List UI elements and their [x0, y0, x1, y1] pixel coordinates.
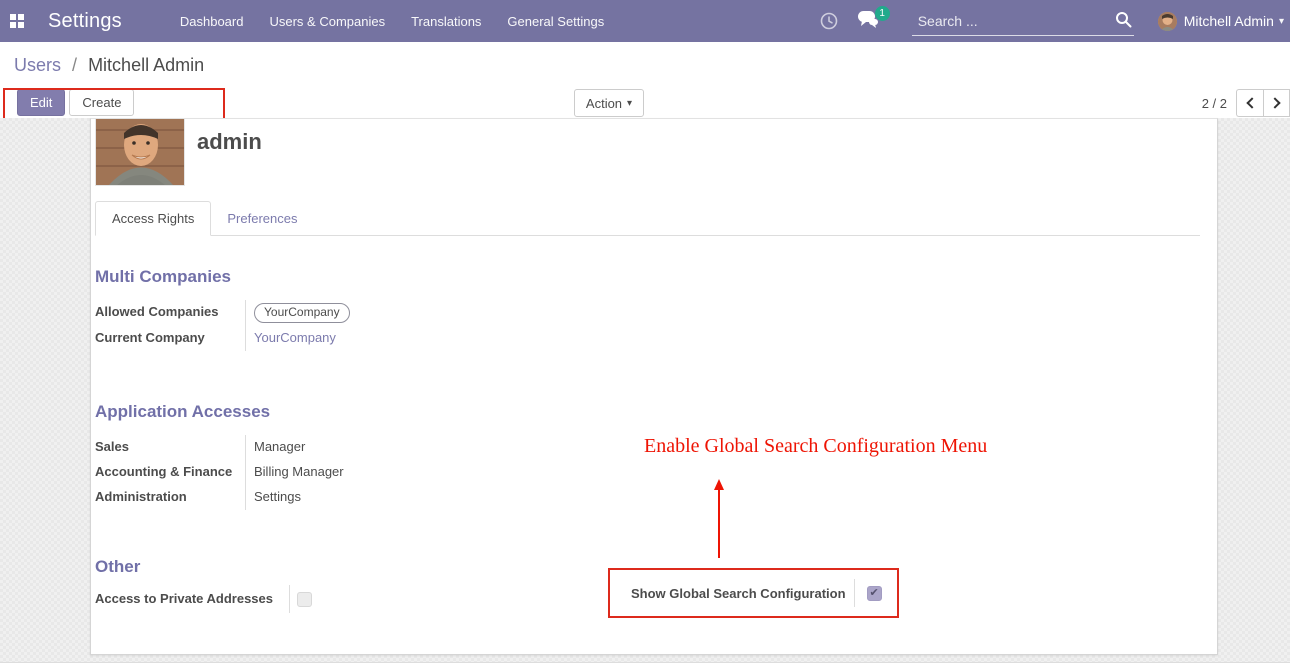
user-menu-label: Mitchell Admin	[1184, 13, 1274, 29]
allowed-companies-label: Allowed Companies	[95, 300, 245, 326]
current-company-label: Current Company	[95, 326, 245, 351]
annotation-arrow-icon	[712, 479, 726, 564]
annotation-text: Enable Global Search Configuration Menu	[644, 435, 987, 458]
global-search-config-checkbox[interactable]	[867, 586, 882, 601]
main-menu: Dashboard Users & Companies Translations…	[178, 10, 606, 33]
administration-value: Settings	[245, 485, 344, 510]
private-addresses-label: Access to Private Addresses	[95, 590, 289, 609]
record-title: admin	[197, 129, 262, 155]
notebook-tabs: Access Rights Preferences	[95, 201, 1200, 236]
current-company-link[interactable]: YourCompany	[254, 330, 336, 345]
menu-item-general-settings[interactable]: General Settings	[505, 10, 606, 33]
menu-item-dashboard[interactable]: Dashboard	[178, 10, 246, 33]
top-navbar: Settings Dashboard Users & Companies Tra…	[0, 0, 1290, 42]
bottom-bar	[0, 662, 1290, 669]
sales-label: Sales	[95, 435, 245, 460]
pager-next-button[interactable]	[1263, 89, 1290, 117]
allowed-companies-tag[interactable]: YourCompany	[254, 303, 350, 323]
menu-item-users-companies[interactable]: Users & Companies	[267, 10, 387, 33]
field-separator	[289, 585, 290, 613]
chevron-left-icon	[1246, 97, 1257, 108]
administration-label: Administration	[95, 485, 245, 510]
global-search	[912, 6, 1134, 36]
messages-icon[interactable]: 1	[856, 8, 886, 34]
field-separator	[854, 579, 855, 607]
form-buttons: Edit Create	[17, 89, 134, 116]
pager: 2 / 2	[1202, 89, 1290, 117]
pager-previous-button[interactable]	[1236, 89, 1263, 117]
menu-item-translations[interactable]: Translations	[409, 10, 483, 33]
breadcrumb-separator: /	[72, 55, 77, 75]
activities-clock-icon[interactable]	[816, 8, 842, 34]
section-heading-other: Other	[95, 557, 140, 577]
edit-button[interactable]: Edit	[17, 89, 65, 116]
accounting-finance-label: Accounting & Finance	[95, 460, 245, 485]
tab-access-rights[interactable]: Access Rights	[95, 201, 211, 236]
action-dropdown[interactable]: Action ▾	[574, 89, 644, 117]
multi-companies-group: Allowed Companies YourCompany Current Co…	[95, 300, 350, 351]
application-accesses-group: Sales Manager Accounting & Finance Billi…	[95, 435, 344, 510]
app-title[interactable]: Settings	[48, 10, 122, 33]
accounting-finance-value: Billing Manager	[245, 460, 344, 485]
pager-value: 2 / 2	[1202, 96, 1227, 111]
message-count-badge: 1	[875, 6, 890, 21]
content-area: admin Access Rights Preferences Multi Co…	[0, 118, 1290, 662]
breadcrumb-current: Mitchell Admin	[88, 55, 204, 75]
private-addresses-row: Access to Private Addresses	[95, 585, 312, 613]
section-heading-multi-companies: Multi Companies	[95, 267, 231, 287]
user-avatar-image	[95, 119, 185, 186]
control-panel: Users / Mitchell Admin Edit Create Actio…	[0, 42, 1290, 118]
chevron-down-icon: ▾	[1279, 16, 1284, 27]
create-button[interactable]: Create	[69, 89, 134, 116]
annotation-box-global-search: Show Global Search Configuration	[608, 568, 899, 618]
apps-menu-icon[interactable]	[10, 14, 24, 28]
section-heading-application-accesses: Application Accesses	[95, 402, 270, 422]
tab-preferences[interactable]: Preferences	[211, 202, 313, 235]
navbar-systray: 1	[816, 0, 1284, 42]
sales-value: Manager	[245, 435, 344, 460]
form-sheet: admin Access Rights Preferences Multi Co…	[90, 118, 1218, 655]
global-search-config-label: Show Global Search Configuration	[631, 586, 846, 601]
user-avatar	[1158, 12, 1177, 31]
chevron-right-icon	[1269, 97, 1280, 108]
breadcrumb: Users / Mitchell Admin	[14, 55, 204, 76]
action-dropdown-label: Action	[586, 96, 622, 111]
search-icon[interactable]	[1115, 11, 1132, 33]
search-input[interactable]	[912, 11, 1102, 31]
chevron-down-icon: ▾	[627, 98, 632, 109]
screen: Settings Dashboard Users & Companies Tra…	[0, 0, 1290, 669]
breadcrumb-users-link[interactable]: Users	[14, 55, 61, 75]
private-addresses-checkbox[interactable]	[297, 592, 312, 607]
user-menu[interactable]: Mitchell Admin ▾	[1158, 12, 1284, 31]
